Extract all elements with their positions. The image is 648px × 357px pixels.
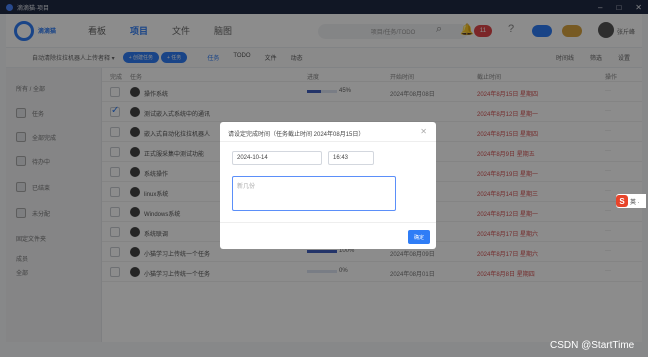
- divider: [220, 141, 436, 142]
- set-finish-time-dialog: 请设定完成时间（任务截止时间 2024年08月15日） ✕ 2024-10-14…: [220, 122, 436, 249]
- note-textarea[interactable]: 新几份: [232, 176, 396, 211]
- ime-indicator[interactable]: S 英 ·: [616, 194, 646, 208]
- close-icon[interactable]: ✕: [420, 127, 427, 136]
- watermark: CSDN @StartTime: [550, 340, 635, 351]
- time-input[interactable]: 16:43: [328, 151, 374, 165]
- ime-mode: 英 ·: [630, 199, 640, 206]
- date-input[interactable]: 2024-10-14: [232, 151, 322, 165]
- divider: [220, 222, 436, 223]
- confirm-button[interactable]: 确定: [408, 230, 430, 244]
- sogou-icon: S: [616, 195, 628, 207]
- dialog-title: 请设定完成时间（任务截止时间 2024年08月15日）: [228, 132, 365, 138]
